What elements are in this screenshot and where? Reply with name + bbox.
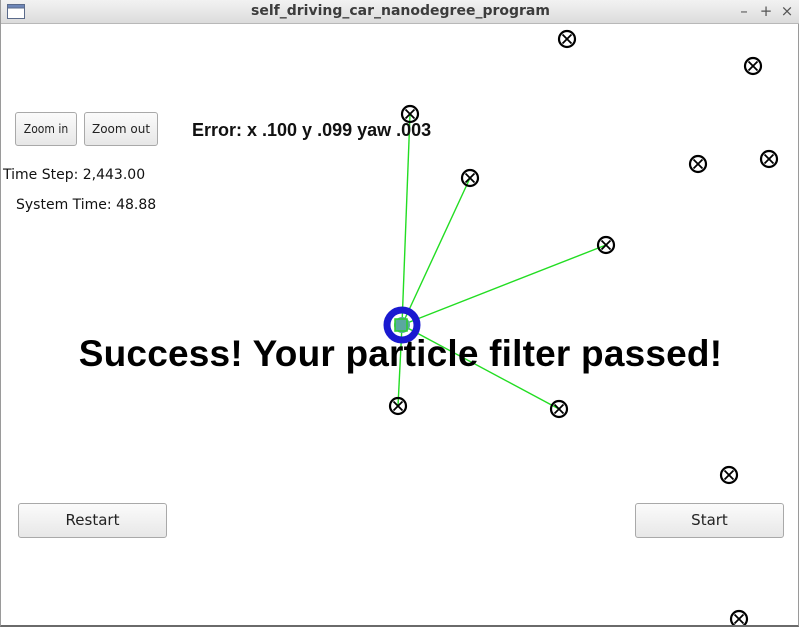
circled-x-icon bbox=[460, 168, 480, 188]
circled-x-icon bbox=[596, 235, 616, 255]
window-title: self_driving_car_nanodegree_program bbox=[251, 3, 550, 19]
observation-line bbox=[401, 244, 607, 326]
circled-x-icon bbox=[549, 399, 569, 419]
circled-x-icon bbox=[759, 149, 779, 169]
circled-x-icon bbox=[557, 29, 577, 49]
app-window: self_driving_car_nanodegree_program – + … bbox=[0, 0, 799, 627]
circled-x-icon bbox=[719, 465, 739, 485]
close-button[interactable]: × bbox=[778, 2, 796, 20]
system-time-readout: System Time: 48.88 bbox=[16, 197, 157, 213]
zoom-in-button[interactable]: Zoom in bbox=[15, 112, 77, 146]
observation-line bbox=[401, 113, 411, 326]
start-button[interactable]: Start bbox=[635, 503, 784, 538]
title-bar[interactable]: self_driving_car_nanodegree_program – + … bbox=[1, 0, 799, 24]
circled-x-icon bbox=[743, 56, 763, 76]
zoom-out-button[interactable]: Zoom out bbox=[84, 112, 158, 146]
error-readout: Error: x .100 y .099 yaw .003 bbox=[192, 120, 432, 140]
circled-x-icon bbox=[688, 154, 708, 174]
success-message: Success! Your particle filter passed! bbox=[78, 333, 723, 374]
time-step-readout: Time Step: 2,443.00 bbox=[3, 167, 146, 183]
circled-x-icon bbox=[729, 609, 749, 625]
maximize-button[interactable]: + bbox=[757, 2, 775, 20]
restart-button[interactable]: Restart bbox=[18, 503, 167, 538]
minimize-button[interactable]: – bbox=[735, 2, 753, 20]
